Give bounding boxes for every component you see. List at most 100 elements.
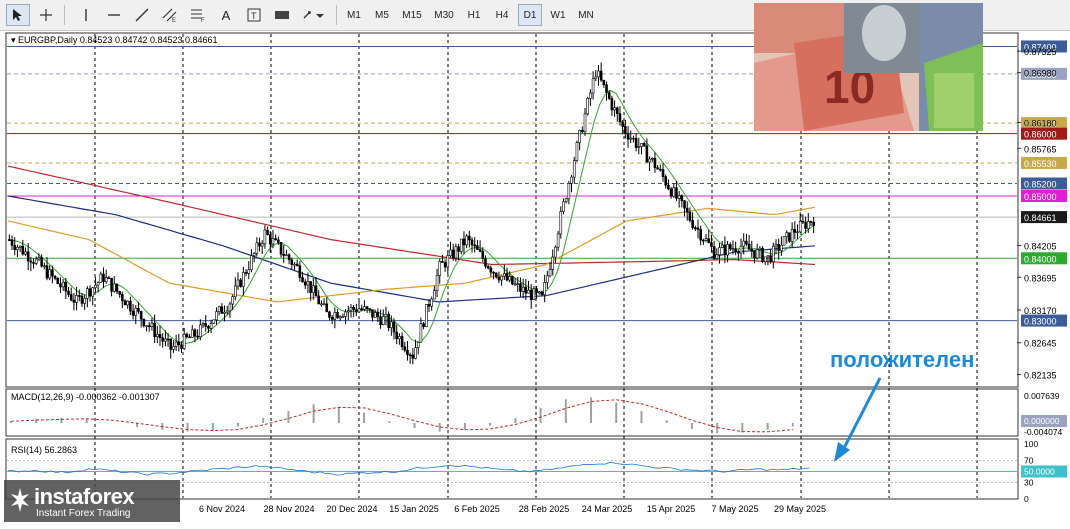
candle-body-96 (266, 229, 269, 236)
candle-body-83 (231, 296, 234, 305)
candle-body-147 (403, 346, 407, 351)
arrows-tool-icon[interactable] (298, 4, 330, 26)
candle-body-168 (459, 238, 463, 252)
candle-body-8 (29, 260, 33, 263)
candle-body-33 (96, 282, 100, 286)
candle-body-226 (615, 107, 619, 114)
candle-body-267 (726, 244, 729, 256)
candle-body-260 (707, 238, 711, 243)
candle-body-197 (537, 291, 541, 294)
text-label-tool-icon[interactable]: T (242, 4, 266, 26)
candle-body-105 (290, 259, 294, 266)
rsi-tick-label-3: 30 (1024, 478, 1034, 488)
candle-body-24 (72, 299, 76, 303)
candle-body-228 (621, 121, 624, 127)
candle-body-251 (683, 200, 686, 209)
candle-body-204 (556, 233, 560, 248)
candle-body-252 (685, 207, 689, 213)
candle-body-193 (527, 289, 530, 294)
candle-body-87 (242, 272, 245, 287)
candle-body-230 (626, 133, 630, 140)
candle-body-9 (32, 261, 35, 264)
svg-text:E: E (172, 18, 176, 22)
candle-body-293 (796, 231, 799, 234)
candle-body-288 (782, 236, 786, 246)
candle-body-128 (352, 307, 355, 310)
timeframe-m5-button[interactable]: M5 (370, 4, 394, 26)
crosshair-tool-icon[interactable] (34, 4, 58, 26)
candle-body-164 (449, 249, 452, 256)
horizontal-line-tool-icon[interactable] (102, 4, 126, 26)
candle-body-124 (341, 316, 345, 318)
candle-body-261 (710, 242, 713, 247)
candle-body-65 (182, 333, 186, 349)
date-label-4: 6 Feb 2025 (454, 504, 500, 514)
timeframe-m1-button[interactable]: M1 (342, 4, 366, 26)
candle-body-209 (570, 176, 573, 184)
candle-body-116 (320, 303, 323, 306)
candle-body-280 (761, 247, 764, 262)
candle-body-56 (158, 334, 162, 339)
candle-body-285 (774, 243, 778, 247)
candle-body-6 (24, 251, 27, 255)
timeframe-h4-button[interactable]: H4 (490, 4, 514, 26)
candle-body-149 (408, 354, 412, 357)
candle-body-284 (772, 245, 775, 262)
candle-body-163 (446, 255, 450, 268)
candle-body-182 (497, 276, 501, 281)
candle-body-156 (427, 304, 431, 307)
timeframe-mn-button[interactable]: MN (574, 4, 598, 26)
candle-body-123 (338, 316, 342, 319)
candle-body-237 (645, 145, 649, 163)
equidistant-channel-tool-icon[interactable]: E (158, 4, 182, 26)
candle-body-173 (473, 244, 477, 247)
candle-body-98 (271, 238, 275, 245)
candle-body-25 (75, 295, 78, 303)
timeframe-w1-button[interactable]: W1 (546, 4, 570, 26)
candle-body-158 (433, 290, 436, 300)
level-label-6: 0.85000 (1024, 192, 1057, 202)
date-label-1: 28 Nov 2024 (263, 504, 314, 514)
candle-body-172 (470, 239, 474, 246)
timeframe-m30-button[interactable]: M30 (430, 4, 458, 26)
candle-body-239 (650, 157, 654, 160)
candle-body-277 (753, 251, 756, 259)
text-tool-icon[interactable]: A (214, 4, 238, 26)
candle-body-129 (355, 309, 358, 313)
candle-body-166 (454, 246, 458, 259)
date-label-3: 15 Jan 2025 (389, 504, 439, 514)
candle-body-61 (172, 346, 175, 350)
svg-text:T: T (251, 11, 257, 21)
instaforex-logo: instaforex Instant Forex Trading (4, 480, 180, 522)
candle-body-49 (139, 311, 143, 320)
timeframe-m15-button[interactable]: M15 (398, 4, 426, 26)
timeframe-h1-button[interactable]: H1 (462, 4, 486, 26)
fibonacci-tool-icon[interactable]: F (186, 4, 210, 26)
candle-body-205 (559, 211, 563, 235)
candle-body-297 (806, 221, 810, 229)
candle-body-216 (589, 92, 592, 99)
candle-body-84 (234, 285, 237, 298)
candle-body-282 (766, 255, 770, 258)
vertical-line-tool-icon[interactable] (74, 4, 98, 26)
candle-body-119 (328, 311, 331, 318)
trendline-tool-icon[interactable] (130, 4, 154, 26)
cursor-tool-icon[interactable] (6, 4, 30, 26)
candle-body-92 (255, 242, 259, 254)
price-tick-label-6: 0.83170 (1024, 306, 1057, 316)
candle-body-259 (704, 238, 708, 241)
candle-body-185 (505, 273, 509, 281)
price-tick-label-2: 0.86180 (1024, 118, 1057, 128)
candle-body-58 (164, 338, 167, 342)
candle-body-221 (602, 79, 606, 86)
candle-body-106 (293, 263, 296, 266)
candle-body-47 (134, 307, 138, 316)
candle-body-34 (99, 273, 103, 283)
candle-body-109 (301, 277, 304, 283)
candle-body-7 (26, 251, 30, 262)
timeframe-d1-button[interactable]: D1 (518, 4, 542, 26)
shapes-tool-icon[interactable] (270, 4, 294, 26)
candle-body-138 (379, 316, 382, 326)
candle-body-171 (468, 235, 471, 241)
candle-body-70 (196, 335, 199, 338)
